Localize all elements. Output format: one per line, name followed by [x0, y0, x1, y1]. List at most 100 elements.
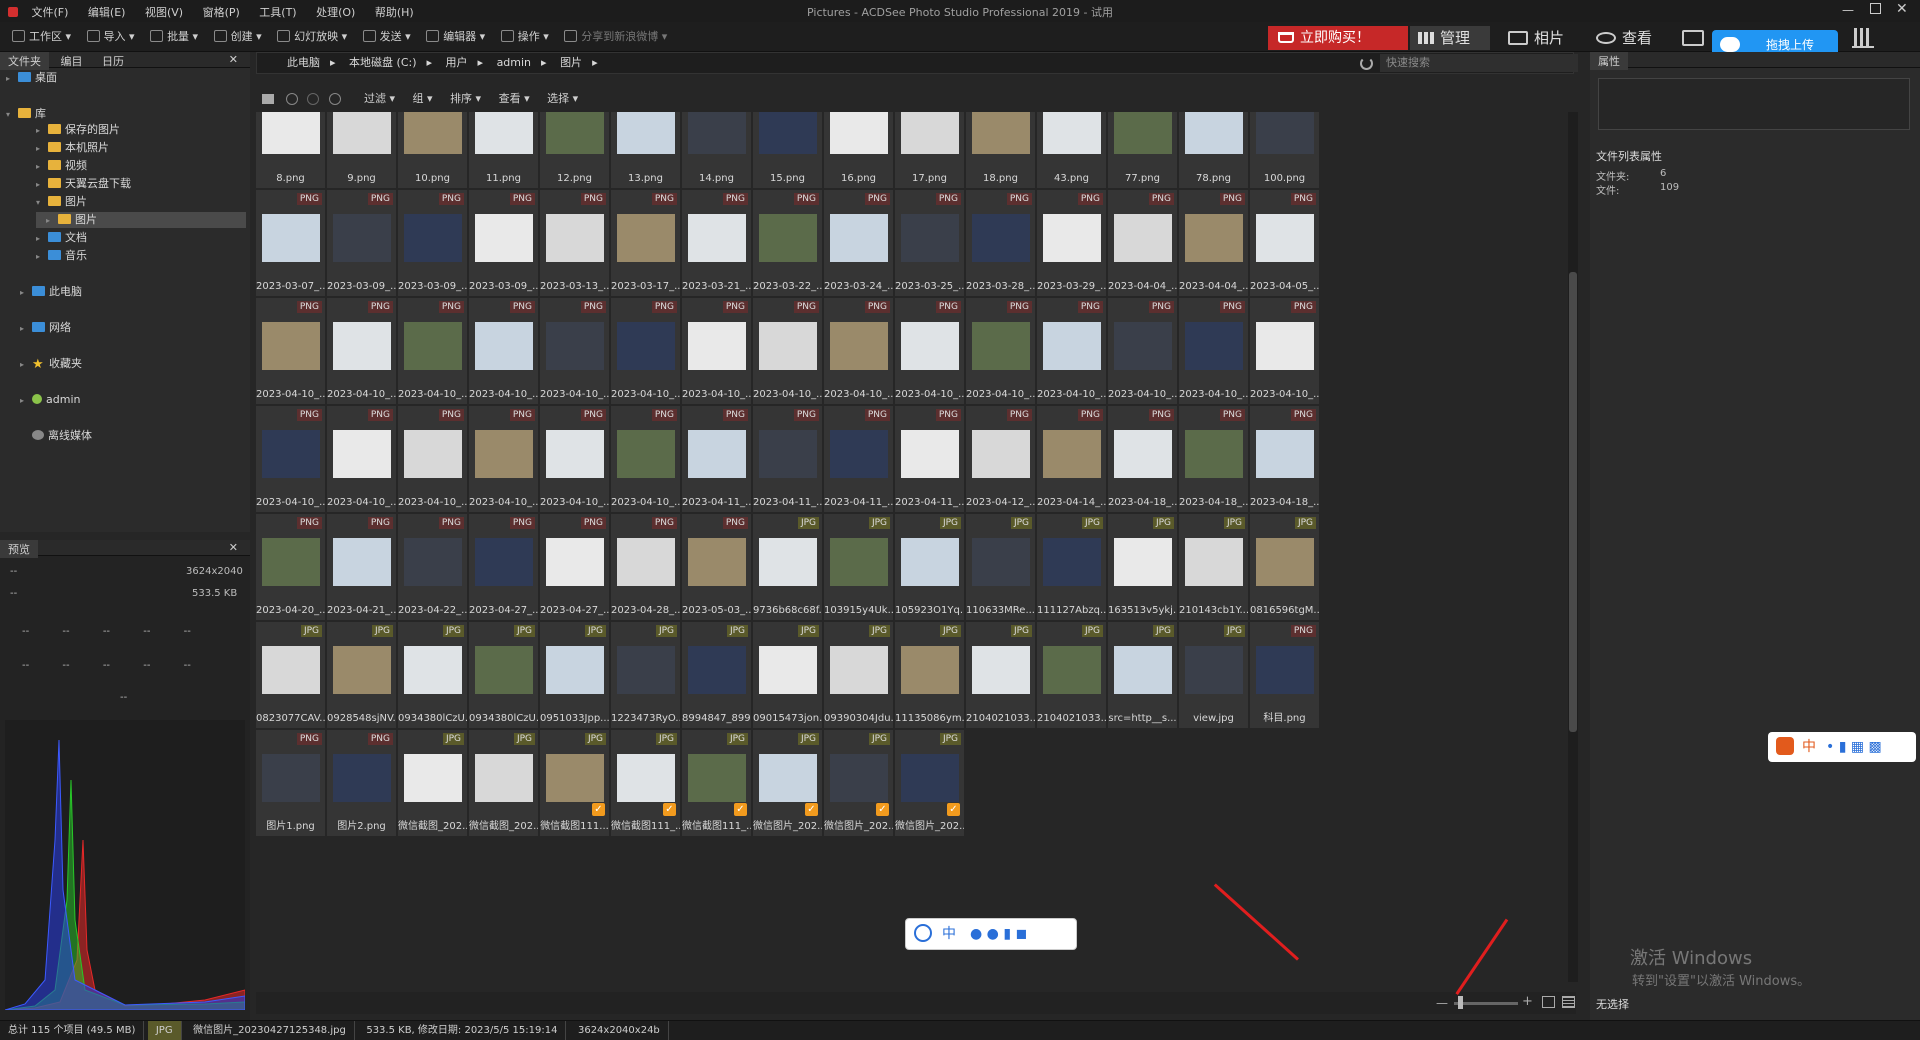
ime-toolbar[interactable]: 中 ● ● ▮ ◼	[905, 918, 1077, 950]
thumbnail-item[interactable]: JPG 微信截图111... ✓	[540, 730, 609, 836]
thumbnail-item[interactable]: JPG 8994847_899...	[682, 622, 751, 728]
filter-menu[interactable]: 过滤 ▾	[364, 88, 395, 110]
thumbnail-item[interactable]: 9.png	[327, 112, 396, 188]
thumbnail-item[interactable]: 43.png	[1037, 112, 1106, 188]
thumbnail-item[interactable]: PNG 2023-04-27_...	[540, 514, 609, 620]
tab-folders[interactable]: 文件夹	[0, 52, 49, 70]
thumbnail-item[interactable]: PNG 2023-04-10_...	[1250, 298, 1319, 404]
thumbnail-item[interactable]: JPG 0816596tgM...	[1250, 514, 1319, 620]
tree-item-admin[interactable]: ▸ admin	[20, 392, 80, 408]
thumbnail-item[interactable]: PNG 2023-04-14_...	[1037, 406, 1106, 512]
thumbnail-item[interactable]: PNG 2023-04-10_...	[327, 298, 396, 404]
thumbnail-item[interactable]: 10.png	[398, 112, 467, 188]
zoom-slider-handle[interactable]	[1458, 996, 1463, 1009]
thumbnail-item[interactable]: JPG 0928548sjNV...	[327, 622, 396, 728]
menu-view[interactable]: 视图(V)	[145, 4, 183, 20]
thumbnail-item[interactable]: PNG 2023-04-20_...	[256, 514, 325, 620]
sort-menu[interactable]: 排序 ▾	[450, 88, 481, 110]
thumbnail-item[interactable]: PNG 2023-03-09_...	[398, 190, 467, 296]
tree-item-desktop[interactable]: ▸ 桌面	[6, 70, 57, 86]
tree-item-pictures-selected[interactable]: ▸ 图片	[36, 212, 246, 228]
thumbnail-item[interactable]: JPG 9736b68c68f...	[753, 514, 822, 620]
tree-item-this-pc[interactable]: ▸ 此电脑	[20, 284, 82, 300]
breadcrumb-pictures[interactable]: 图片	[560, 53, 582, 73]
thumbnail-item[interactable]: PNG 2023-04-10_...	[682, 298, 751, 404]
thumbnail-item[interactable]: JPG 微信截图_202...	[469, 730, 538, 836]
import-button[interactable]: 导入 ▾	[86, 22, 135, 52]
thumbnail-item[interactable]: JPG 11135086ym...	[895, 622, 964, 728]
thumbnail-item[interactable]: PNG 2023-04-10_...	[469, 298, 538, 404]
tree-item-pictures[interactable]: ▾ 图片	[36, 194, 87, 210]
thumbnail-item[interactable]: PNG 2023-04-04_...	[1179, 190, 1248, 296]
develop-mode-icon[interactable]	[1682, 30, 1704, 46]
thumbnail-item[interactable]: PNG 2023-04-10_...	[469, 406, 538, 512]
thumbnail-item[interactable]: PNG 2023-04-10_...	[327, 406, 396, 512]
thumbnail-item[interactable]: PNG 2023-04-28_...	[611, 514, 680, 620]
thumbnail-item[interactable]: PNG 科目.png	[1250, 622, 1319, 728]
thumbnail-item[interactable]: 12.png	[540, 112, 609, 188]
tree-item-music[interactable]: ▸ 音乐	[36, 248, 87, 264]
breadcrumb-disk-c[interactable]: 本地磁盘 (C:)	[349, 53, 416, 73]
thumbnail-item[interactable]: PNG 2023-04-10_...	[256, 406, 325, 512]
editor-button[interactable]: 编辑器 ▾	[426, 22, 485, 52]
selected-check-icon[interactable]: ✓	[663, 803, 676, 816]
workspace-button[interactable]: 工作区 ▾	[12, 22, 71, 52]
thumbnail-item[interactable]: 18.png	[966, 112, 1035, 188]
thumbnail-item[interactable]: JPG 1223473RyO...	[611, 622, 680, 728]
tree-item-library[interactable]: ▾ 库	[6, 106, 46, 122]
send-button[interactable]: 发送 ▾	[362, 22, 411, 52]
thumbnail-item[interactable]: JPG 2104021033...	[1037, 622, 1106, 728]
thumbnail-item[interactable]: JPG 微信截图111_... ✓	[611, 730, 680, 836]
thumbnail-item[interactable]: JPG 110633MRe...	[966, 514, 1035, 620]
menu-tools[interactable]: 工具(T)	[259, 4, 296, 20]
thumbnail-item[interactable]: JPG 0823077CAV...	[256, 622, 325, 728]
thumbnail-item[interactable]: PNG 2023-03-07_...	[256, 190, 325, 296]
thumbnail-item[interactable]: PNG 2023-04-10_...	[966, 298, 1035, 404]
thumbnail-item[interactable]: JPG 163513v5ykj...	[1108, 514, 1177, 620]
menu-edit[interactable]: 编辑(E)	[88, 4, 126, 20]
slideshow-button[interactable]: 幻灯放映 ▾	[277, 22, 347, 52]
thumbnail-item[interactable]: JPG 09390304Jdu...	[824, 622, 893, 728]
list-mode-icon[interactable]	[1562, 996, 1575, 1008]
thumbnail-item[interactable]: PNG 2023-04-10_...	[753, 298, 822, 404]
thumbnail-item[interactable]: PNG 2023-04-11_...	[895, 406, 964, 512]
selected-check-icon[interactable]: ✓	[805, 803, 818, 816]
thumbnail-item[interactable]: JPG 103915y4Uk...	[824, 514, 893, 620]
selected-check-icon[interactable]: ✓	[734, 803, 747, 816]
tree-item-cloud-download[interactable]: ▸ 天翼云盘下载	[36, 176, 131, 192]
selected-check-icon[interactable]: ✓	[876, 803, 889, 816]
thumbnail-item[interactable]: PNG 2023-04-10_...	[611, 298, 680, 404]
menu-pane[interactable]: 窗格(P)	[203, 4, 240, 20]
thumbnail-item[interactable]: PNG 2023-04-10_...	[895, 298, 964, 404]
thumbnail-item[interactable]: JPG 0951033Jpp...	[540, 622, 609, 728]
tree-item-network[interactable]: ▸ 网络	[20, 320, 71, 336]
thumbnail-item[interactable]: JPG 微信图片_202... ✓	[895, 730, 964, 836]
thumbnail-item[interactable]: PNG 2023-04-11_...	[753, 406, 822, 512]
thumbnail-item[interactable]: JPG 09015473jon...	[753, 622, 822, 728]
sogou-ime-toolbar[interactable]: 中 • ▮ ▦ ▩	[1768, 732, 1916, 762]
thumbnail-item[interactable]: PNG 图片2.png	[327, 730, 396, 836]
thumbnail-item[interactable]: PNG 2023-04-27_...	[469, 514, 538, 620]
thumbnail-item[interactable]: 13.png	[611, 112, 680, 188]
breadcrumb-admin[interactable]: admin	[497, 53, 531, 73]
thumbnail-item[interactable]: JPG 微信截图_202...	[398, 730, 467, 836]
thumbnail-item[interactable]: JPG 0934380lCzU...	[398, 622, 467, 728]
thumbnail-item[interactable]: PNG 2023-04-18_...	[1179, 406, 1248, 512]
zoom-plus-icon[interactable]: +	[1522, 994, 1533, 1009]
thumbnail-item[interactable]: 16.png	[824, 112, 893, 188]
close-preview-icon[interactable]: ✕	[221, 540, 246, 555]
thumbnail-item[interactable]: 11.png	[469, 112, 538, 188]
thumbnail-item[interactable]: PNG 2023-04-11_...	[824, 406, 893, 512]
thumbnail-item[interactable]: 15.png	[753, 112, 822, 188]
breadcrumb-this-pc[interactable]: 此电脑	[287, 53, 320, 73]
thumbnail-item[interactable]: PNG 2023-05-03_...	[682, 514, 751, 620]
thumbnail-item[interactable]: 78.png	[1179, 112, 1248, 188]
scrollbar-thumb[interactable]	[1569, 272, 1577, 732]
close-icon[interactable]: ✕	[1896, 1, 1908, 17]
forward-icon[interactable]	[307, 93, 319, 105]
thumbnail-item[interactable]: JPG 微信图片_202... ✓	[753, 730, 822, 836]
thumbnail-item[interactable]: JPG view.jpg	[1179, 622, 1248, 728]
thumbnail-item[interactable]: PNG 2023-03-28_...	[966, 190, 1035, 296]
thumbnail-item[interactable]: PNG 2023-04-18_...	[1108, 406, 1177, 512]
thumbnail-item[interactable]: JPG 210143cb1Y...	[1179, 514, 1248, 620]
